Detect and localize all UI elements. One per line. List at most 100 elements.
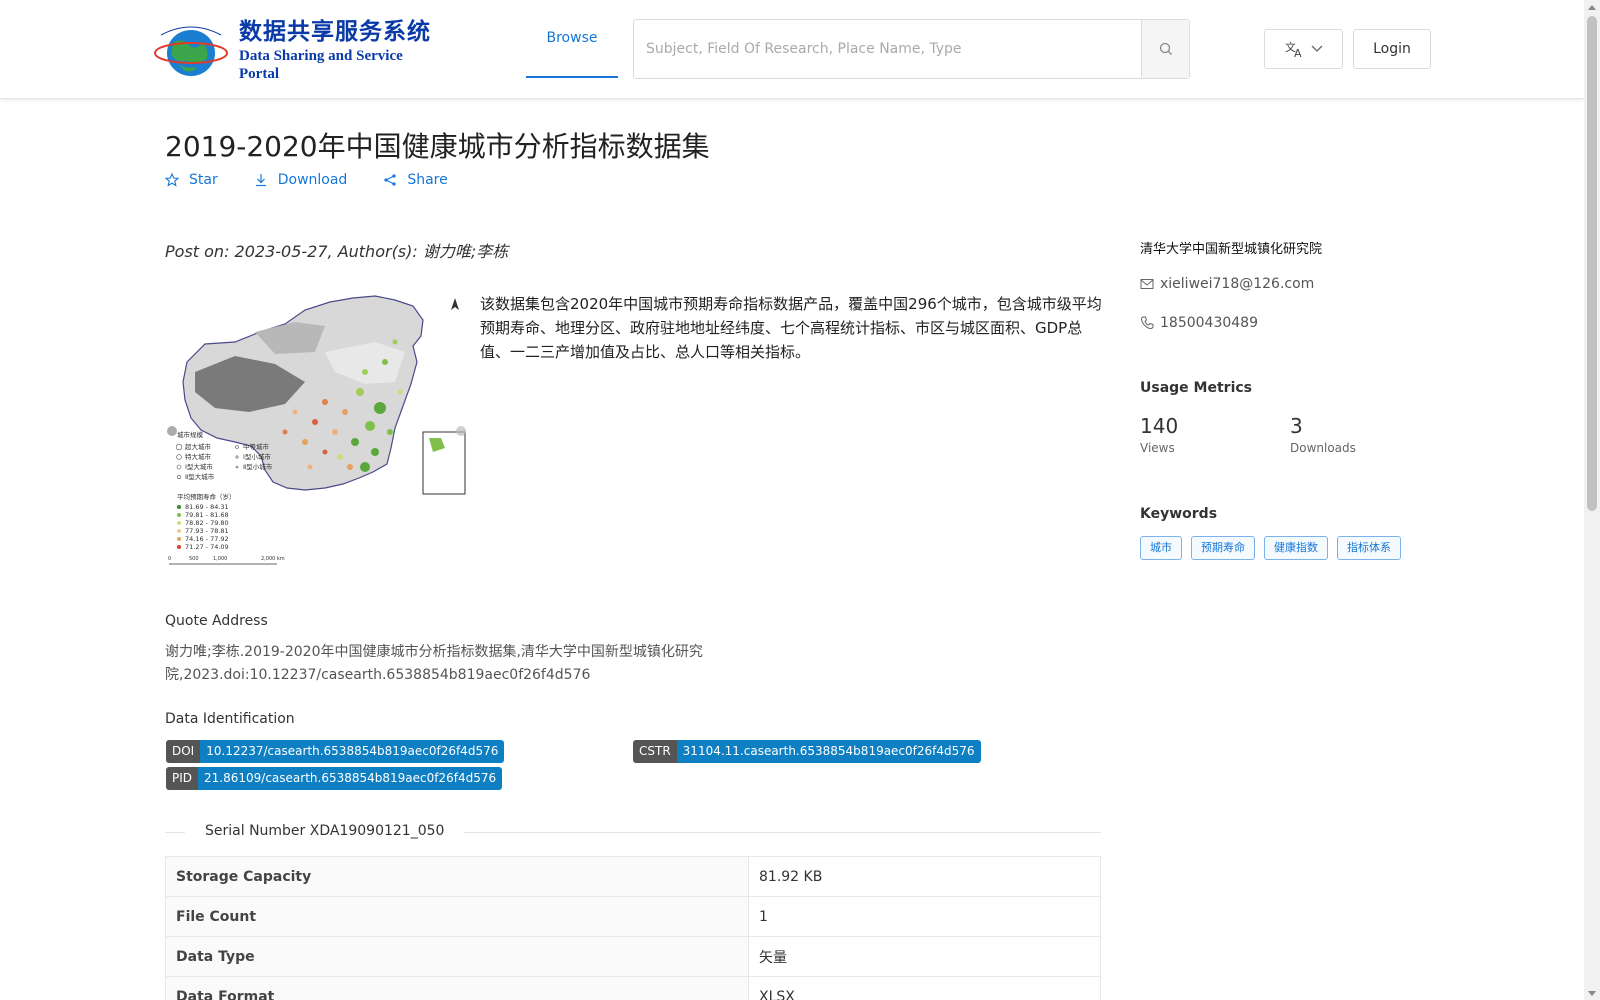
downloads-count: 3 bbox=[1290, 414, 1303, 438]
carousel-next-icon[interactable] bbox=[456, 426, 466, 436]
views-metric: 140 Views bbox=[1140, 413, 1178, 455]
table-key: Data Type bbox=[165, 936, 749, 977]
keyword-tag[interactable]: 预期寿命 bbox=[1191, 536, 1255, 560]
cstr-value: 31104.11.casearth.6538854b819aec0f26f4d5… bbox=[676, 740, 981, 763]
doi-badge[interactable]: DOI 10.12237/casearth.6538854b819aec0f26… bbox=[166, 740, 505, 763]
phone-icon bbox=[1140, 316, 1154, 330]
downloads-metric: 3 Downloads bbox=[1290, 413, 1356, 455]
quote-address-title: Quote Address bbox=[165, 613, 268, 629]
search-bar bbox=[633, 19, 1190, 79]
pid-key: PID bbox=[166, 767, 199, 790]
search-input[interactable] bbox=[634, 20, 1141, 78]
scale-label: 1,000 bbox=[213, 556, 227, 562]
scale-label: 2,000 km bbox=[261, 556, 285, 562]
legend-size-item: Ⅱ型小城市 bbox=[243, 462, 273, 471]
email-text[interactable]: xieliwei718@126.com bbox=[1160, 276, 1314, 292]
table-row: Data Type 矢量 bbox=[165, 936, 1101, 977]
legend-size-item: Ⅰ型小城市 bbox=[243, 452, 271, 461]
table-key: File Count bbox=[165, 896, 749, 937]
legend-size-item: Ⅱ型大城市 bbox=[185, 472, 215, 481]
table-row: Storage Capacity 81.92 KB bbox=[165, 856, 1101, 897]
keyword-tag[interactable]: 健康指数 bbox=[1264, 536, 1328, 560]
dataset-info-table: Storage Capacity 81.92 KB File Count 1 D… bbox=[165, 856, 1101, 1000]
download-label: Download bbox=[277, 172, 348, 188]
carousel-prev-icon[interactable] bbox=[167, 426, 177, 436]
svg-text:A: A bbox=[1294, 47, 1302, 58]
legend-life-item: 71.27 - 74.09 bbox=[185, 543, 229, 551]
share-label: Share bbox=[407, 172, 448, 188]
legend-life-title: 平均预期寿命（岁） bbox=[177, 492, 236, 501]
legend-size-item: Ⅰ型大城市 bbox=[185, 462, 213, 471]
keyword-tag[interactable]: 指标体系 bbox=[1337, 536, 1401, 560]
cstr-badge[interactable]: CSTR 31104.11.casearth.6538854b819aec0f2… bbox=[633, 740, 981, 763]
logo-title-en: Data Sharing and Service Portal bbox=[239, 48, 403, 82]
usage-metrics-title: Usage Metrics bbox=[1140, 380, 1252, 396]
login-button[interactable]: Login bbox=[1353, 29, 1431, 69]
logo-title-cn: 数据共享服务系统 bbox=[239, 19, 431, 45]
data-identification-title: Data Identification bbox=[165, 711, 295, 727]
cstr-key: CSTR bbox=[633, 740, 677, 763]
table-key: Storage Capacity bbox=[165, 856, 749, 897]
translate-icon: 文 A bbox=[1285, 40, 1302, 58]
scale-label: 0 bbox=[168, 556, 171, 562]
organization-name: 清华大学中国新型城镇化研究院 bbox=[1140, 242, 1323, 257]
table-key: Data Format bbox=[165, 976, 749, 1000]
scroll-up-arrow-icon[interactable] bbox=[1584, 0, 1600, 14]
page-scrollbar[interactable] bbox=[1584, 0, 1600, 1000]
star-button[interactable]: Star bbox=[165, 172, 218, 188]
star-label: Star bbox=[189, 172, 218, 188]
contact-email: xieliwei718@126.com bbox=[1140, 276, 1314, 292]
table-row: Data Format XLSX bbox=[165, 976, 1101, 1000]
globe-logo-icon bbox=[153, 21, 231, 79]
contact-phone: 18500430489 bbox=[1140, 315, 1258, 331]
legend-life-item: 81.69 - 84.31 bbox=[185, 503, 229, 511]
keyword-tag[interactable]: 城市 bbox=[1140, 536, 1182, 560]
download-icon bbox=[255, 174, 266, 187]
legend-life-item: 77.93 - 78.81 bbox=[185, 527, 229, 535]
mail-icon bbox=[1140, 279, 1154, 289]
doi-key: DOI bbox=[166, 740, 201, 763]
legend-size-item: 超大城市 bbox=[185, 442, 212, 451]
scale-label: 500 bbox=[189, 556, 199, 562]
dataset-actions: Star Download Share bbox=[165, 172, 484, 188]
nav-browse[interactable]: Browse bbox=[526, 0, 618, 78]
table-value: 矢量 bbox=[748, 936, 1101, 977]
views-count: 140 bbox=[1140, 414, 1179, 438]
share-icon bbox=[384, 174, 396, 186]
keyword-list: 城市 预期寿命 健康指数 指标体系 bbox=[1140, 536, 1401, 560]
table-value: 81.92 KB bbox=[748, 856, 1101, 897]
star-icon bbox=[165, 173, 179, 187]
views-label: Views bbox=[1140, 441, 1175, 455]
post-meta: Post on: 2023-05-27, Author(s): 谢力唯;李栋 bbox=[165, 242, 509, 261]
legend-life-item: 78.82 - 79.80 bbox=[185, 519, 229, 527]
share-button[interactable]: Share bbox=[383, 172, 448, 188]
table-value: XLSX bbox=[748, 976, 1101, 1000]
download-button[interactable]: Download bbox=[254, 172, 348, 188]
top-header: 数据共享服务系统 Data Sharing and Service Portal… bbox=[0, 0, 1584, 99]
scrollbar-thumb[interactable] bbox=[1587, 16, 1597, 511]
site-logo[interactable]: 数据共享服务系统 Data Sharing and Service Portal bbox=[153, 19, 438, 82]
pid-badge[interactable]: PID 21.86109/casearth.6538854b819aec0f26… bbox=[166, 767, 503, 790]
search-icon bbox=[1159, 42, 1172, 55]
quote-address-text: 谢力唯;李栋.2019-2020年中国健康城市分析指标数据集,清华大学中国新型城… bbox=[165, 644, 703, 683]
scroll-down-arrow-icon[interactable] bbox=[1584, 986, 1600, 1000]
legend-size-item: 中等城市 bbox=[243, 442, 270, 451]
serial-number: Serial Number XDA19090121_050 bbox=[185, 823, 465, 839]
legend-size-item: 特大城市 bbox=[185, 452, 212, 461]
dataset-thumbnail-map[interactable]: 城市规模 超大城市 特大城市 Ⅰ型大城市 Ⅱ型大城市 中等城市 Ⅰ型小城市 Ⅱ型… bbox=[165, 292, 470, 567]
table-row: File Count 1 bbox=[165, 896, 1101, 937]
legend-size-title: 城市规模 bbox=[177, 430, 204, 439]
downloads-label: Downloads bbox=[1290, 441, 1356, 455]
dataset-description: 该数据集包含2020年中国城市预期寿命指标数据产品，覆盖中国296个城市，包含城… bbox=[480, 295, 1102, 361]
keywords-title: Keywords bbox=[1140, 506, 1218, 522]
table-value: 1 bbox=[748, 896, 1101, 937]
language-switcher[interactable]: 文 A bbox=[1264, 29, 1343, 69]
dataset-title: 2019-2020年中国健康城市分析指标数据集 bbox=[165, 130, 710, 163]
pid-value: 21.86109/casearth.6538854b819aec0f26f4d5… bbox=[198, 767, 503, 790]
chevron-down-icon bbox=[1311, 45, 1322, 52]
phone-text: 18500430489 bbox=[1160, 315, 1258, 331]
legend-life-item: 79.81 - 81.68 bbox=[185, 511, 229, 519]
legend-life-item: 74.16 - 77.92 bbox=[185, 535, 229, 543]
doi-value: 10.12237/casearth.6538854b819aec0f26f4d5… bbox=[200, 740, 505, 763]
search-button[interactable] bbox=[1141, 20, 1189, 78]
